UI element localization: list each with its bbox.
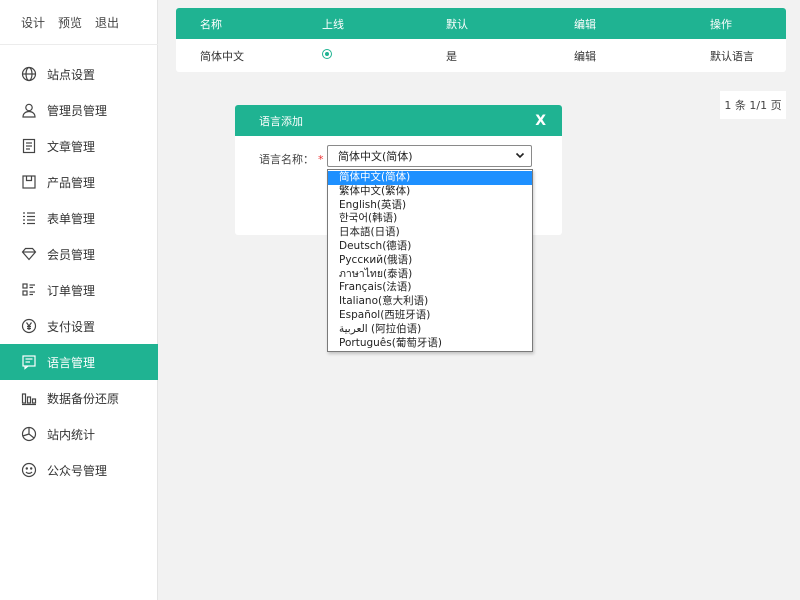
sidebar-item-products[interactable]: 产品管理 — [0, 164, 158, 200]
pie-chart-icon — [21, 426, 37, 442]
globe-icon — [21, 66, 37, 82]
dropdown-option[interactable]: English(英语) — [328, 199, 532, 213]
sidebar-item-site-settings[interactable]: 站点设置 — [0, 56, 158, 92]
smiley-icon — [21, 462, 37, 478]
required-mark: * — [318, 153, 324, 166]
sidebar-item-languages[interactable]: 语言管理 — [0, 344, 158, 380]
sidebar-item-official-account[interactable]: 公众号管理 — [0, 452, 158, 488]
dropdown-option[interactable]: Français(法语) — [328, 281, 532, 295]
column-header-action: 操作 — [710, 17, 732, 31]
sidebar-item-payment[interactable]: 支付设置 — [0, 308, 158, 344]
dialog-header: 语言添加 X — [235, 105, 562, 136]
dropdown-option[interactable]: العربية (阿拉伯语) — [328, 323, 532, 337]
divider — [0, 44, 158, 45]
language-table: 名称 上线 默认 编辑 操作 简体中文 是 编辑 默认语言 — [176, 8, 786, 72]
column-header-online: 上线 — [322, 17, 344, 31]
preview-link[interactable]: 预览 — [58, 14, 82, 31]
online-radio[interactable] — [322, 49, 332, 59]
language-icon — [21, 354, 37, 370]
user-icon — [21, 102, 37, 118]
column-header-name: 名称 — [200, 17, 222, 31]
dialog-title: 语言添加 — [259, 114, 303, 128]
pagination-info: 1 条 1/1 页 — [720, 91, 786, 119]
sidebar-item-label: 支付设置 — [47, 319, 96, 334]
sidebar-item-label: 产品管理 — [47, 175, 96, 190]
edit-link[interactable]: 编辑 — [574, 48, 710, 64]
yen-icon — [21, 318, 37, 334]
dropdown-option[interactable]: 简体中文(简体) — [328, 171, 532, 185]
sidebar-item-forms[interactable]: 表单管理 — [0, 200, 158, 236]
order-icon — [21, 282, 37, 298]
language-name-label: 语言名称： * — [259, 151, 324, 167]
document-icon — [21, 138, 37, 154]
dropdown-option[interactable]: Русский(俄语) — [328, 254, 532, 268]
diamond-icon — [21, 246, 37, 262]
sidebar-item-backup[interactable]: 数据备份还原 — [0, 380, 158, 416]
language-select[interactable]: 简体中文(简体) — [327, 145, 532, 167]
sidebar-item-label: 会员管理 — [47, 247, 96, 262]
sidebar-item-label: 管理员管理 — [47, 103, 108, 118]
sidebar-item-label: 语言管理 — [47, 355, 96, 370]
column-header-edit: 编辑 — [574, 17, 596, 31]
sidebar-item-admins[interactable]: 管理员管理 — [0, 92, 158, 128]
sidebar-item-label: 订单管理 — [47, 283, 96, 298]
language-name: 简体中文 — [200, 49, 244, 63]
dropdown-option[interactable]: Español(西班牙语) — [328, 309, 532, 323]
dropdown-option[interactable]: ภาษาไทย(泰语) — [328, 268, 532, 282]
sidebar-item-label: 站内统计 — [47, 427, 96, 442]
sidebar-item-members[interactable]: 会员管理 — [0, 236, 158, 272]
sidebar-item-label: 文章管理 — [47, 139, 96, 154]
table-row: 简体中文 是 编辑 默认语言 — [176, 39, 786, 72]
sidebar-menu: 站点设置 管理员管理 文章管理 产品管理 表单管理 会员管理 订单管理 支付设置… — [0, 56, 158, 488]
dropdown-option[interactable]: 繁体中文(繁体) — [328, 185, 532, 199]
design-link[interactable]: 设计 — [21, 14, 45, 31]
sidebar-item-articles[interactable]: 文章管理 — [0, 128, 158, 164]
dropdown-option[interactable]: Deutsch(德语) — [328, 240, 532, 254]
sidebar: 设计 预览 退出 站点设置 管理员管理 文章管理 产品管理 表单管理 会员管理 … — [0, 0, 158, 600]
close-button[interactable]: X — [535, 113, 546, 129]
online-cell — [322, 49, 446, 62]
dropdown-option[interactable]: Português(葡萄牙语) — [328, 337, 532, 351]
list-icon — [21, 210, 37, 226]
set-default-link[interactable]: 默认语言 — [710, 48, 786, 64]
sidebar-item-label: 公众号管理 — [47, 463, 108, 478]
dropdown-option[interactable]: Italiano(意大利语) — [328, 295, 532, 309]
sidebar-item-label: 表单管理 — [47, 211, 96, 226]
language-dropdown-list: 简体中文(简体) 繁体中文(繁体) English(英语) 한국어(韩语) 日本… — [327, 169, 533, 352]
sidebar-item-label: 站点设置 — [47, 67, 96, 82]
sidebar-item-orders[interactable]: 订单管理 — [0, 272, 158, 308]
label-text: 语言名称： — [259, 153, 314, 166]
select-value: 简体中文(简体) — [338, 150, 413, 163]
dropdown-option[interactable]: 日本語(日语) — [328, 226, 532, 240]
logout-link[interactable]: 退出 — [95, 14, 119, 31]
bar-chart-icon — [21, 390, 37, 406]
chevron-down-icon — [515, 152, 525, 159]
sidebar-item-label: 数据备份还原 — [47, 391, 120, 406]
default-cell: 是 — [446, 49, 457, 63]
column-header-default: 默认 — [446, 17, 468, 31]
product-icon — [21, 174, 37, 190]
sidebar-item-statistics[interactable]: 站内统计 — [0, 416, 158, 452]
dropdown-option[interactable]: 한국어(韩语) — [328, 212, 532, 226]
table-header: 名称 上线 默认 编辑 操作 — [176, 8, 786, 39]
top-nav: 设计 预览 退出 — [21, 14, 132, 31]
